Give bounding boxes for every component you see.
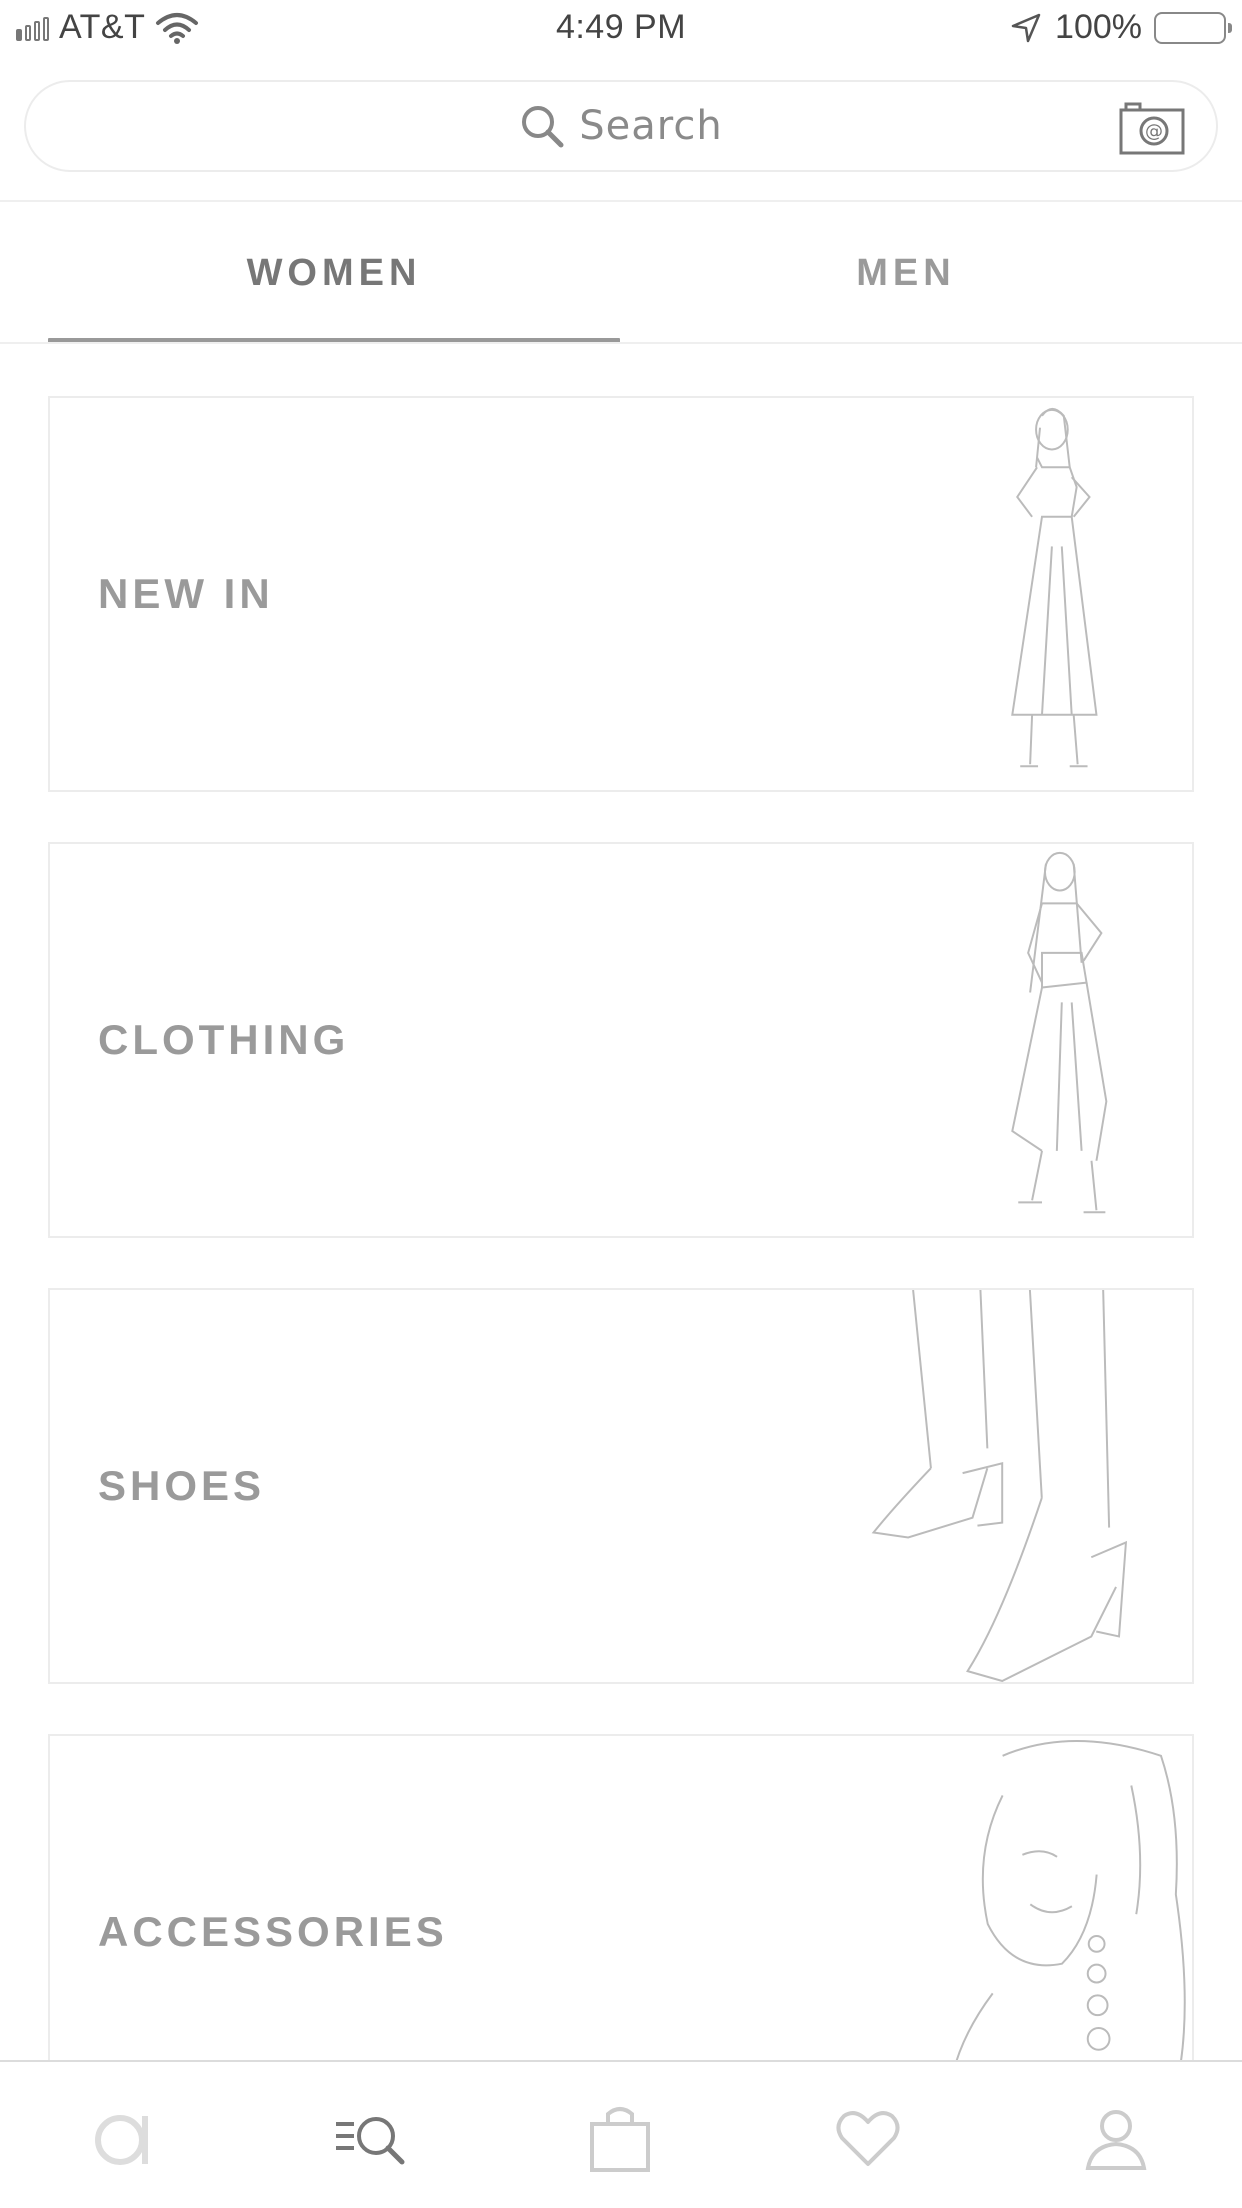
tab-women[interactable]: WOMEN: [48, 202, 620, 344]
search-placeholder: Search: [579, 103, 723, 149]
svg-text:@: @: [1145, 121, 1163, 142]
bottom-tab-bar: [0, 2060, 1242, 2208]
category-image-new-in: [1011, 407, 1098, 768]
category-card-clothing[interactable]: CLOTHING: [48, 842, 1194, 1238]
gender-tabs: WOMEN MEN: [0, 202, 1242, 344]
status-right: 100%: [1009, 8, 1232, 47]
category-card-new-in[interactable]: NEW IN: [48, 396, 1194, 792]
category-card-shoes[interactable]: SHOES: [48, 1288, 1194, 1684]
category-label: NEW IN: [98, 570, 274, 617]
heart-icon: [836, 2111, 900, 2166]
search-icon: [522, 106, 564, 148]
category-label: ACCESSORIES: [98, 1908, 448, 1955]
nav-saved[interactable]: [828, 2098, 908, 2178]
tab-men[interactable]: MEN: [620, 202, 1192, 344]
search-bar[interactable]: Search @: [24, 80, 1218, 172]
shopping-bag-icon: [590, 2107, 650, 2172]
category-image-clothing: [1011, 851, 1108, 1214]
profile-icon: [1085, 2110, 1147, 2170]
location-arrow-icon: [1011, 13, 1041, 42]
battery-percentage: 100%: [1055, 8, 1142, 46]
brand-a-icon: [95, 2115, 148, 2165]
category-label: CLOTHING: [98, 1016, 350, 1063]
camera-icon[interactable]: @: [1118, 100, 1186, 156]
nav-categories[interactable]: [330, 2098, 410, 2178]
nav-bag[interactable]: [580, 2098, 660, 2178]
tabs-divider: [0, 342, 1242, 344]
category-image-shoes: [871, 1290, 1128, 1682]
nav-account[interactable]: [1076, 2098, 1156, 2178]
browse-search-icon: [336, 2117, 405, 2165]
battery-icon: [1154, 11, 1232, 44]
category-label: SHOES: [98, 1462, 266, 1509]
search-field[interactable]: Search: [26, 82, 1216, 170]
nav-home[interactable]: [86, 2098, 166, 2178]
status-bar: AT&T 4:49 PM 100%: [0, 0, 1242, 60]
